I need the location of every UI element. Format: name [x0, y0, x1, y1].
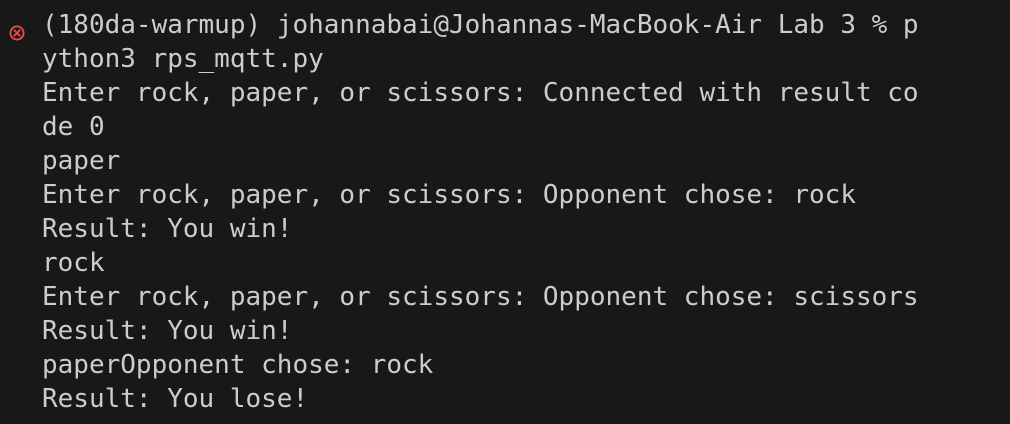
- terminal-line: paper: [42, 146, 121, 176]
- terminal-output: (180da-warmup) johannabai@Johannas-MacBo…: [42, 8, 919, 416]
- terminal-line: Result: You win!: [42, 214, 293, 244]
- terminal-line: Enter rock, paper, or scissors: Connecte…: [42, 78, 919, 108]
- terminal-panel[interactable]: (180da-warmup) johannabai@Johannas-MacBo…: [0, 0, 1010, 424]
- terminal-line-command: (180da-warmup) johannabai@Johannas-MacBo…: [42, 10, 919, 40]
- terminal-line: Result: You lose!: [42, 384, 309, 414]
- terminal-line-command-wrap: ython3 rps_mqtt.py: [42, 44, 324, 74]
- terminal-line: Enter rock, paper, or scissors: Opponent…: [42, 282, 919, 312]
- terminal-line: paperOpponent chose: rock: [42, 350, 434, 380]
- terminal-line: Result: You win!: [42, 316, 293, 346]
- terminal-line: de 0: [42, 112, 105, 142]
- error-circle-x-icon[interactable]: [9, 16, 25, 41]
- terminal-line: rock: [42, 248, 105, 278]
- terminal-line: Enter rock, paper, or scissors: Opponent…: [42, 180, 856, 210]
